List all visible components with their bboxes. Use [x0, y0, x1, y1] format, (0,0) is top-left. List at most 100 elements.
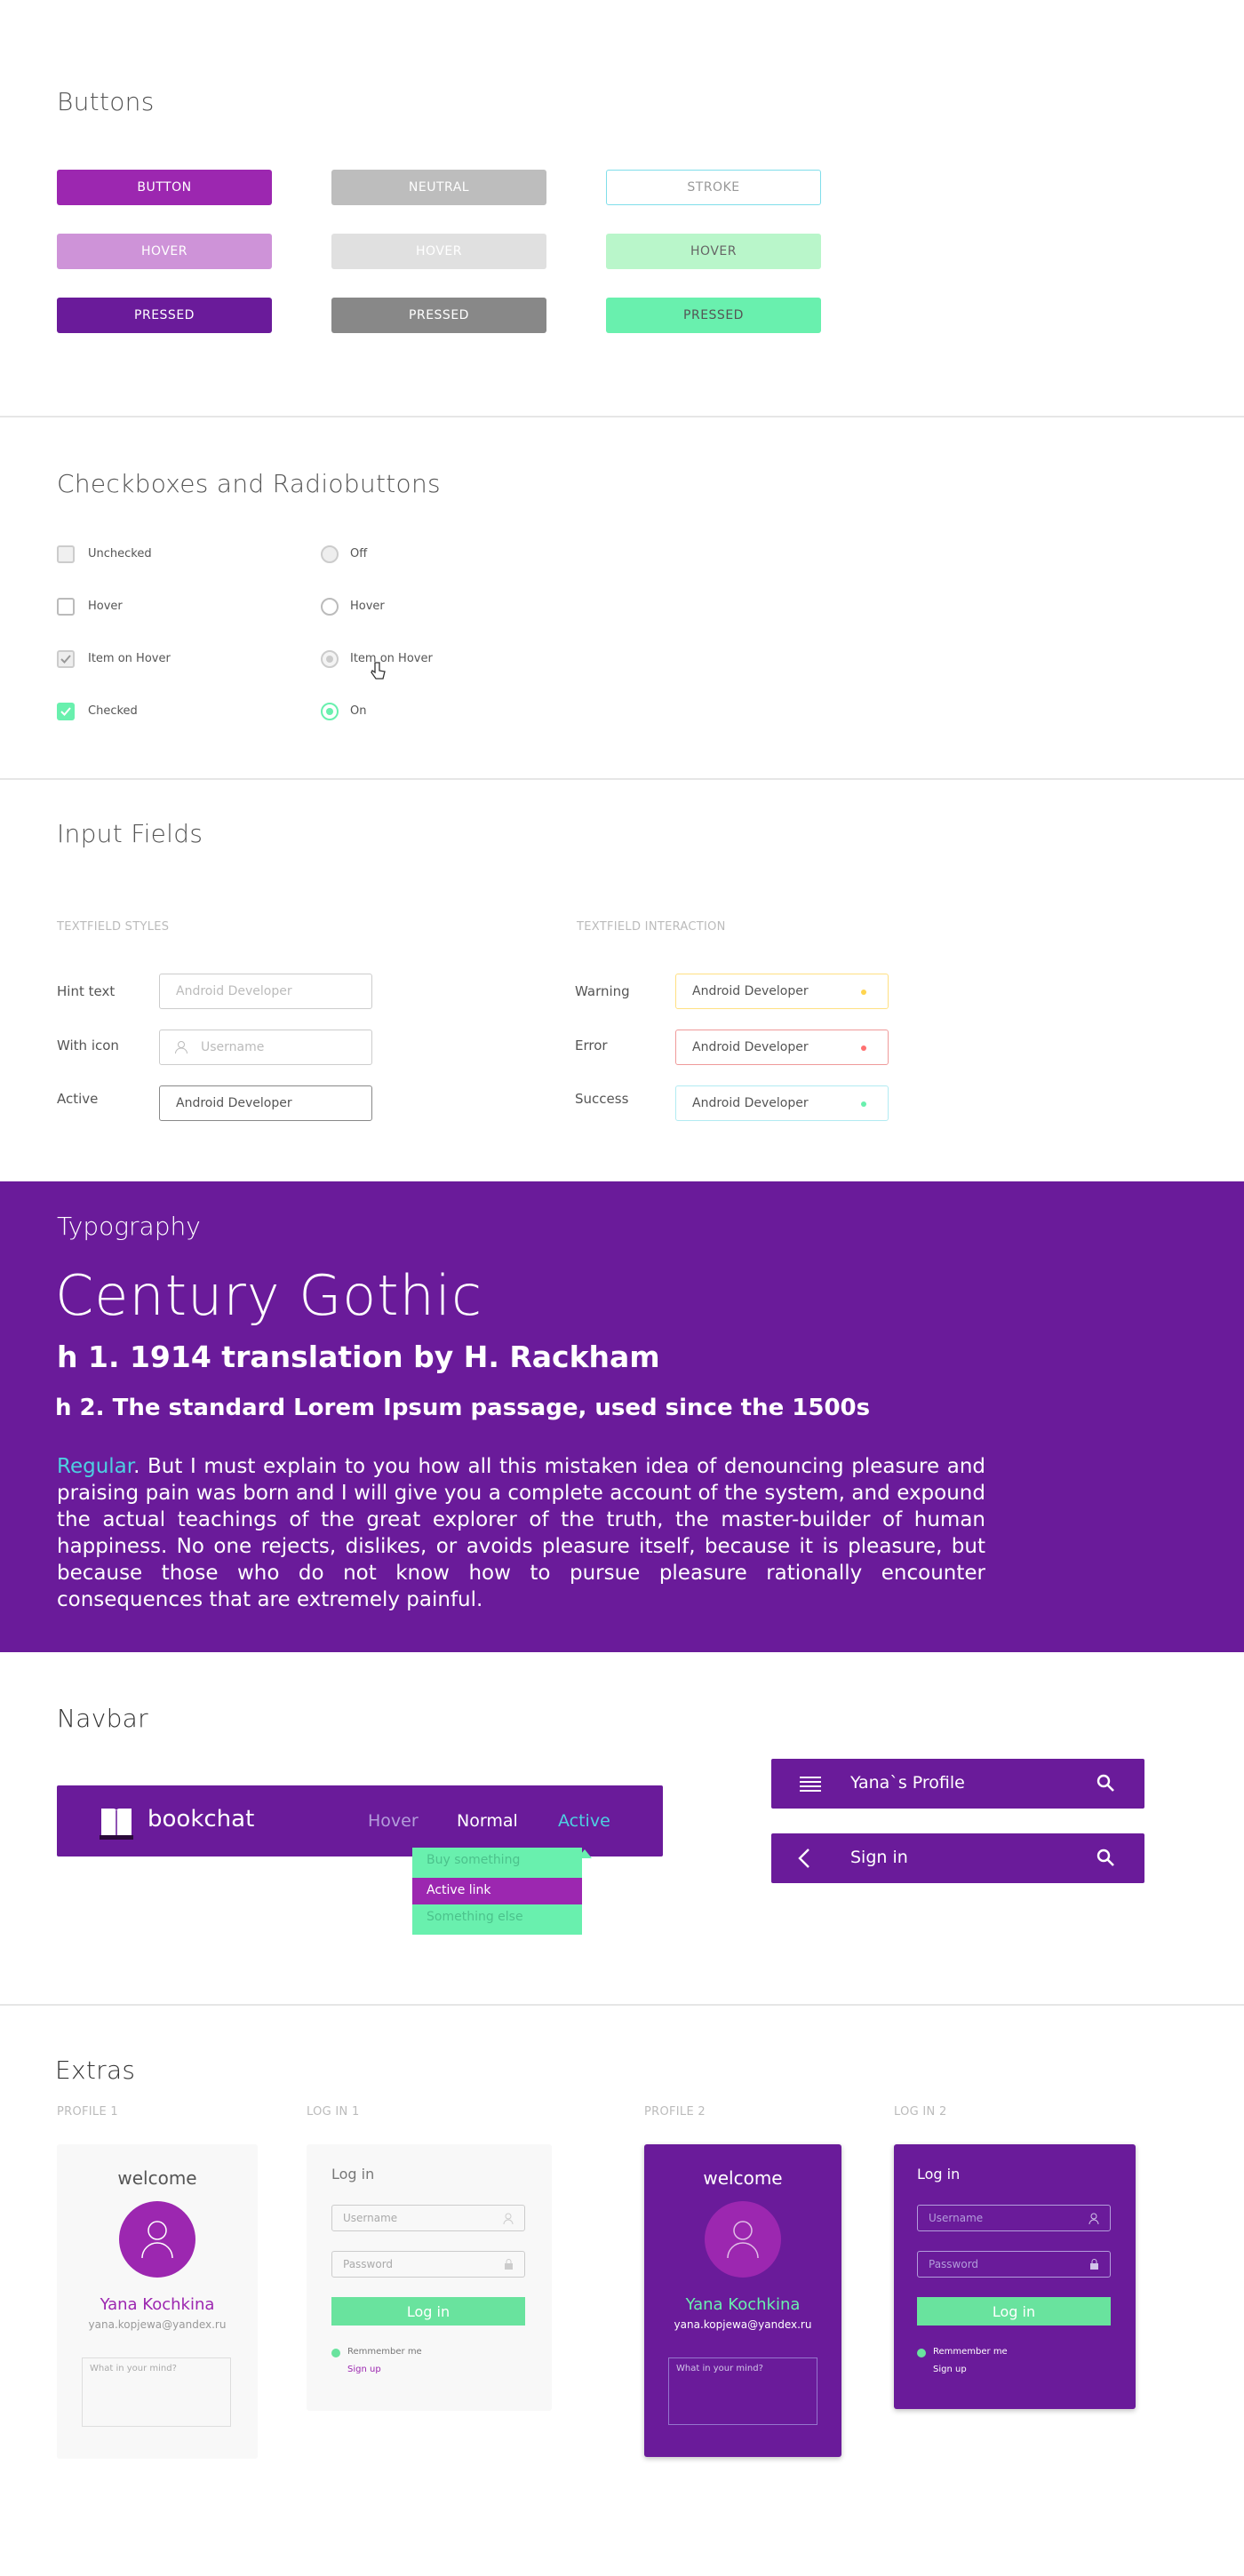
- check-icon: [60, 707, 71, 716]
- profile-card-light: welcome Yana Kochkina yana.kopjewa@yande…: [57, 2144, 258, 2459]
- nav-link-active[interactable]: Active: [558, 1811, 610, 1831]
- primary-pressed-button[interactable]: PRESSED: [57, 298, 272, 333]
- login-card-dark: Log in Username Password Log in Remmembe…: [894, 2144, 1136, 2409]
- dropdown-menu: Buy something Active link Something else: [412, 1848, 582, 1935]
- login-card-light: Log in Username Password Log in Remmembe…: [307, 2144, 552, 2411]
- username-input[interactable]: Username: [331, 2205, 525, 2231]
- dropdown-item[interactable]: Buy something: [427, 1853, 520, 1867]
- checkbox-label: Checked: [88, 704, 138, 718]
- extras-caption: PROFILE 2: [644, 2105, 706, 2119]
- password-input[interactable]: Password: [331, 2251, 525, 2278]
- avatar[interactable]: [705, 2201, 781, 2278]
- warning-field[interactable]: Android Developer: [675, 974, 889, 1009]
- username-placeholder: Username: [343, 2212, 398, 2224]
- login-button[interactable]: Log in: [917, 2297, 1111, 2326]
- lock-icon: [505, 2259, 513, 2270]
- search-icon[interactable]: [1096, 1849, 1114, 1866]
- profile-name: Yana Kochkina: [685, 2295, 801, 2314]
- field-label: Success: [575, 1091, 629, 1107]
- dropdown-item[interactable]: Something else: [427, 1910, 523, 1924]
- radio-on[interactable]: [321, 703, 339, 720]
- textfield-interaction-caption: TEXTFIELD INTERACTION: [577, 920, 726, 934]
- navbar-section-title: Navbar: [57, 1704, 148, 1733]
- profile-name: Yana Kochkina: [100, 2295, 215, 2314]
- radio-off[interactable]: [321, 545, 339, 563]
- primary-button[interactable]: BUTTON: [57, 170, 272, 205]
- signup-link[interactable]: Sign up: [347, 2365, 381, 2374]
- extras-section-title: Extras: [55, 2055, 136, 2085]
- stroke-button[interactable]: STROKE: [606, 170, 821, 205]
- divider: [0, 778, 1244, 780]
- active-field[interactable]: Android Developer: [159, 1085, 372, 1121]
- radio-label: Item on Hover: [350, 652, 433, 665]
- welcome-text: welcome: [703, 2167, 783, 2189]
- checkbox-unchecked[interactable]: [57, 545, 75, 563]
- user-icon: [141, 2221, 173, 2258]
- field-label: Warning: [575, 983, 630, 999]
- neutral-button[interactable]: NEUTRAL: [331, 170, 546, 205]
- book-icon[interactable]: [100, 1803, 133, 1842]
- typography-section: Typography Century Gothic h 1. 1914 tran…: [0, 1181, 1244, 1652]
- login-title: Log in: [331, 2166, 375, 2182]
- checkbox-label: Hover: [88, 600, 123, 613]
- nav-link-hover[interactable]: Hover: [368, 1811, 419, 1831]
- login-button[interactable]: Log in: [331, 2297, 525, 2326]
- profile-appbar: Yana`s Profile: [771, 1759, 1144, 1809]
- radio-item-hover[interactable]: [321, 650, 339, 668]
- radio-label: Off: [350, 547, 368, 561]
- check-icon: [60, 655, 71, 664]
- body-text-sample: Regular. But I must explain to you how a…: [57, 1453, 985, 1613]
- error-field[interactable]: Android Developer: [675, 1030, 889, 1065]
- back-arrow-icon[interactable]: [798, 1849, 810, 1868]
- inputs-section-title: Input Fields: [57, 819, 203, 848]
- heading-1-sample: h 1. 1914 translation by H. Rackham: [57, 1340, 660, 1374]
- remember-radio[interactable]: [331, 2349, 340, 2357]
- radio-hover[interactable]: [321, 598, 339, 616]
- mind-textarea[interactable]: What in your mind?: [82, 2357, 231, 2427]
- remember-label: Remmember me: [933, 2347, 1008, 2357]
- checkbox-label: Item on Hover: [88, 652, 171, 665]
- login-title: Log in: [917, 2166, 961, 2182]
- navbar: bookchat Hover Normal Active: [57, 1785, 663, 1856]
- hint-text-field[interactable]: Android Developer: [159, 974, 372, 1009]
- checkbox-item-hover[interactable]: [57, 650, 75, 668]
- username-placeholder: Username: [201, 1040, 265, 1054]
- avatar[interactable]: [119, 2201, 195, 2278]
- remember-radio[interactable]: [917, 2349, 926, 2357]
- buttons-section-title: Buttons: [57, 87, 155, 116]
- checkbox-hover[interactable]: [57, 598, 75, 616]
- profile-email: yana.kopjewa@yandex.ru: [88, 2318, 227, 2331]
- user-icon: [1088, 2213, 1099, 2224]
- extras-caption: PROFILE 1: [57, 2105, 118, 2119]
- font-name: Century Gothic: [55, 1263, 483, 1328]
- menu-icon[interactable]: [800, 1776, 821, 1792]
- username-input[interactable]: Username: [917, 2205, 1111, 2231]
- username-field[interactable]: Username: [159, 1030, 372, 1065]
- success-dot-icon: [861, 1101, 866, 1107]
- divider: [0, 416, 1244, 417]
- password-input[interactable]: Password: [917, 2251, 1111, 2278]
- success-field[interactable]: Android Developer: [675, 1085, 889, 1121]
- signin-appbar: Sign in: [771, 1833, 1144, 1883]
- nav-link-normal[interactable]: Normal: [457, 1811, 518, 1831]
- field-label: Active: [57, 1091, 99, 1107]
- signup-link[interactable]: Sign up: [933, 2365, 967, 2374]
- extras-caption: LOG IN 1: [307, 2105, 360, 2119]
- profile-card-dark: welcome Yana Kochkina yana.kopjewa@yande…: [644, 2144, 841, 2457]
- divider: [0, 2004, 1244, 2006]
- hand-cursor-icon: [371, 662, 386, 680]
- mind-textarea[interactable]: What in your mind?: [668, 2357, 817, 2425]
- success-field-value: Android Developer: [692, 1096, 809, 1110]
- stroke-hover-button[interactable]: HOVER: [606, 234, 821, 269]
- regular-label: Regular: [57, 1455, 134, 1478]
- stroke-pressed-button[interactable]: PRESSED: [606, 298, 821, 333]
- checkbox-checked[interactable]: [57, 703, 75, 720]
- welcome-text: welcome: [117, 2167, 197, 2189]
- search-icon[interactable]: [1096, 1774, 1114, 1792]
- neutral-pressed-button[interactable]: PRESSED: [331, 298, 546, 333]
- primary-hover-button[interactable]: HOVER: [57, 234, 272, 269]
- neutral-hover-button[interactable]: HOVER: [331, 234, 546, 269]
- brand-name[interactable]: bookchat: [148, 1806, 254, 1833]
- heading-2-sample: h 2. The standard Lorem Ipsum passage, u…: [55, 1395, 871, 1421]
- error-field-value: Android Developer: [692, 1040, 809, 1054]
